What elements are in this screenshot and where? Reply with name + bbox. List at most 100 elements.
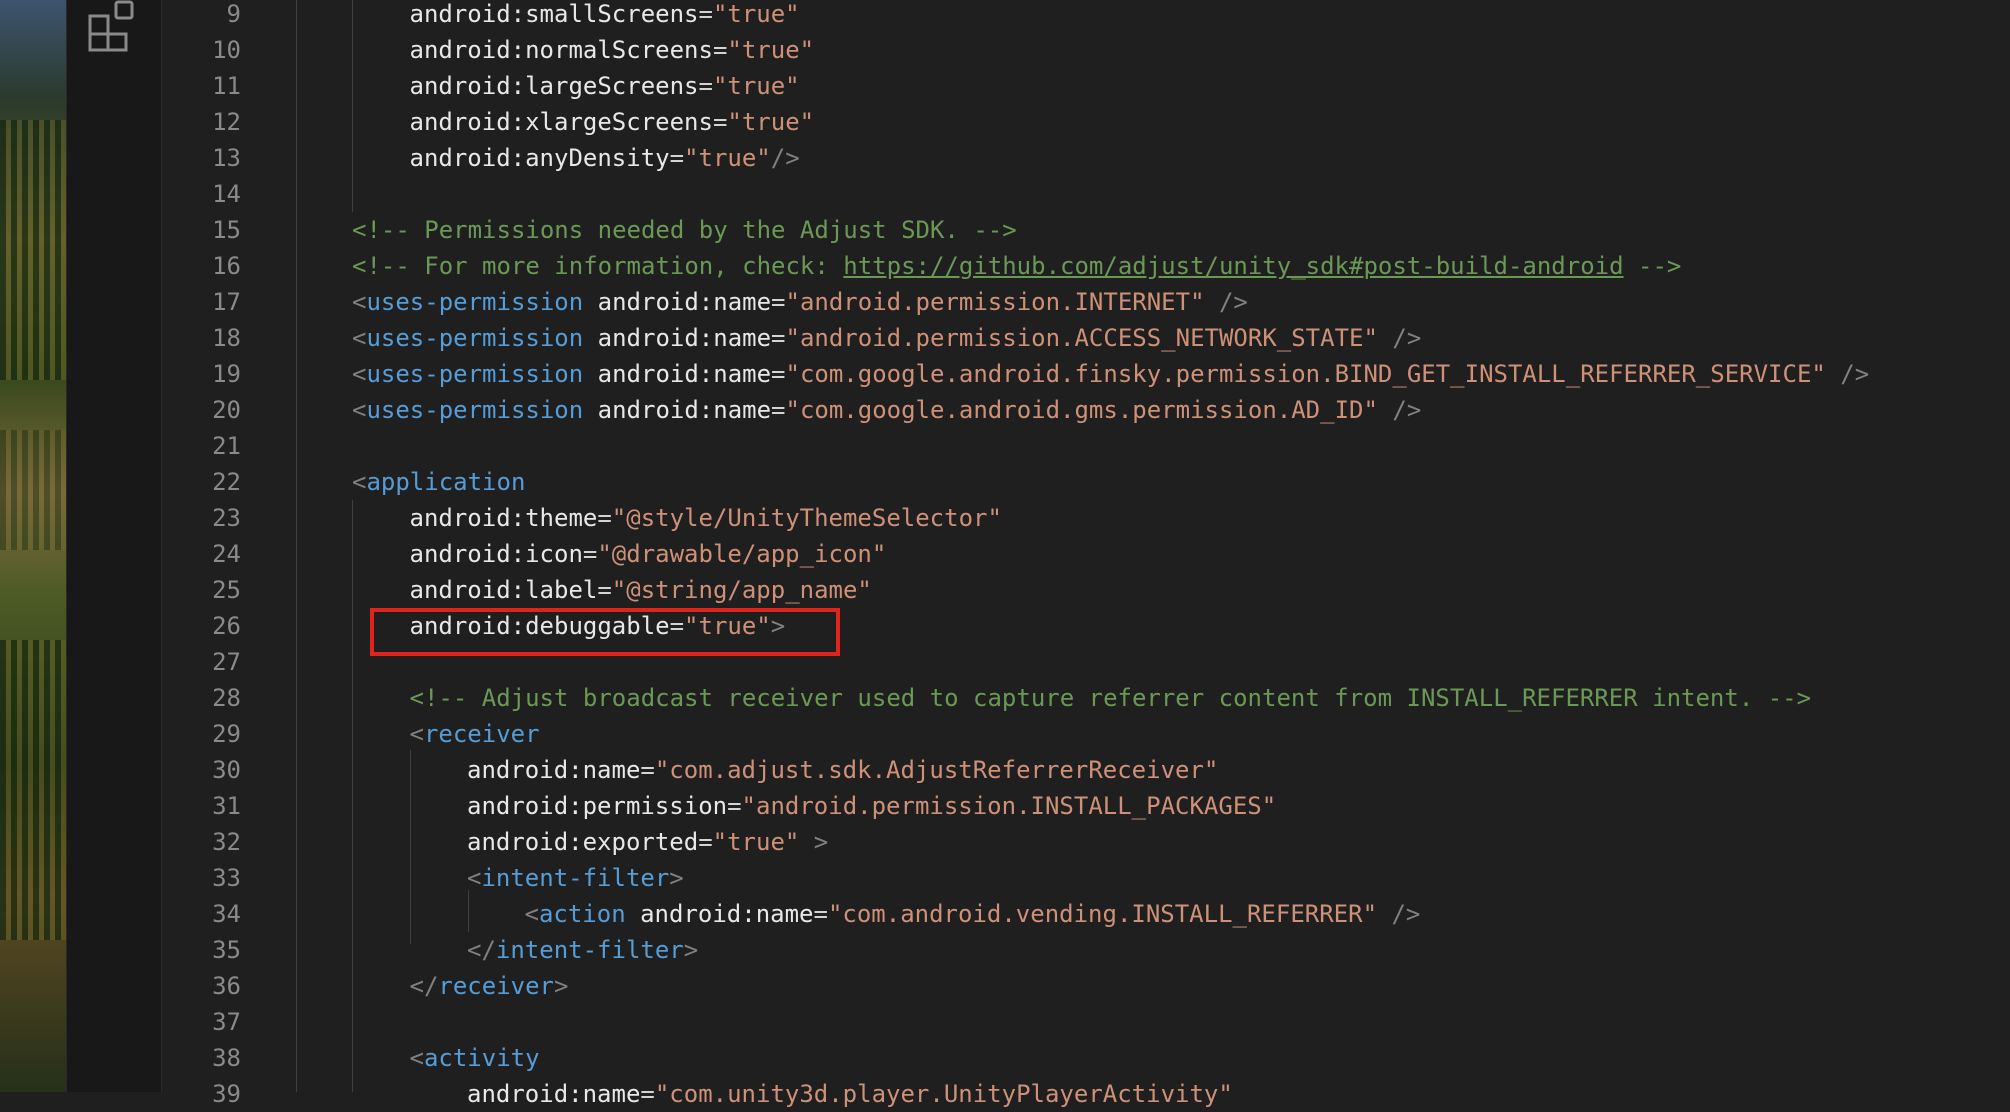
code-line[interactable]: <uses-permission android:name="android.p… [352,284,2010,320]
code-token: android:normalScreens [410,36,713,64]
code-line[interactable]: <application [352,464,2010,500]
code-line[interactable]: <uses-permission android:name="com.googl… [352,392,2010,428]
line-number: 24 [161,536,241,572]
code-line[interactable] [352,428,2010,464]
line-number: 35 [161,932,241,968]
code-line[interactable]: android:anyDensity="true"/> [410,140,2010,176]
code-token: </ [467,936,496,964]
line-number: 9 [161,0,241,32]
code-token: intent-filter [496,936,684,964]
code-line[interactable]: <!-- Adjust broadcast receiver used to c… [410,680,2010,716]
code-token: = [597,576,611,604]
code-line[interactable]: android:label="@string/app_name" [410,572,2010,608]
code-line[interactable]: <!-- Permissions needed by the Adjust SD… [352,212,2010,248]
code-token: = [727,792,741,820]
code-token: = [597,504,611,532]
line-number: 14 [161,176,241,212]
code-token: = [698,828,712,856]
code-line[interactable]: android:xlargeScreens="true" [410,104,2010,140]
code-token: = [771,360,785,388]
line-number: 28 [161,680,241,716]
code-line[interactable]: <action android:name="com.android.vendin… [525,896,2010,932]
code-line[interactable]: <uses-permission android:name="android.p… [352,320,2010,356]
code-token: "true" [727,108,814,136]
code-token: <!-- Adjust broadcast receiver used to c… [410,684,1812,712]
code-token: --> [1624,252,1682,280]
code-line[interactable]: android:normalScreens="true" [410,32,2010,68]
code-token: <!-- For more information, check: [352,252,843,280]
code-token: uses-permission [366,288,583,316]
code-token: /> [1205,288,1248,316]
code-token: android:name [640,900,813,928]
code-line[interactable]: <receiver [410,716,2010,752]
code-line[interactable]: <activity [410,1040,2010,1076]
code-token: android:permission [467,792,727,820]
code-token: < [352,288,366,316]
code-token: = [814,900,828,928]
code-line[interactable]: android:exported="true" > [467,824,2010,860]
code-token: "true" [713,828,800,856]
extensions-icon[interactable] [88,0,138,52]
line-number: 16 [161,248,241,284]
line-number: 23 [161,500,241,536]
code-token: receiver [424,720,540,748]
code-line[interactable]: android:permission="android.permission.I… [467,788,2010,824]
code-token: = [771,396,785,424]
code-token: android:theme [410,504,598,532]
code-token: < [467,864,481,892]
code-line[interactable]: android:icon="@drawable/app_icon" [410,536,2010,572]
indent-guide [410,750,411,944]
code-token: /> [1378,396,1421,424]
code-token: = [713,108,727,136]
code-token: "com.adjust.sdk.AdjustReferrerReceiver" [655,756,1219,784]
code-line[interactable]: <intent-filter> [467,860,2010,896]
line-number: 38 [161,1040,241,1076]
code-link[interactable]: https://github.com/adjust/unity_sdk#post… [843,252,1623,280]
code-token: "com.unity3d.player.UnityPlayerActivity" [655,1080,1233,1108]
line-number: 26 [161,608,241,644]
line-number: 21 [161,428,241,464]
code-token: android:name [598,360,771,388]
line-number: 29 [161,716,241,752]
code-token: /> [1377,900,1420,928]
code-token [583,288,597,316]
code-token: android:largeScreens [410,72,699,100]
code-line[interactable]: android:name="com.unity3d.player.UnityPl… [467,1076,2010,1112]
code-token [626,900,640,928]
line-number: 15 [161,212,241,248]
code-token: = [698,0,712,28]
code-token: "true" [713,0,800,28]
code-token: android:smallScreens [410,0,699,28]
code-token: "com.android.vending.INSTALL_REFERRER" [828,900,1377,928]
code-line[interactable]: <uses-permission android:name="com.googl… [352,356,2010,392]
line-number: 20 [161,392,241,428]
code-token: > [684,936,698,964]
code-token: "true" [684,144,771,172]
code-line[interactable]: <!-- For more information, check: https:… [352,248,2010,284]
code-line[interactable]: </intent-filter> [467,932,2010,968]
code-token: "@style/UnityThemeSelector" [612,504,1002,532]
code-line[interactable]: android:name="com.adjust.sdk.AdjustRefer… [467,752,2010,788]
indent-guide [296,0,297,1092]
code-token: <!-- Permissions needed by the Adjust SD… [352,216,1017,244]
code-token: android:name [467,1080,640,1108]
line-number: 12 [161,104,241,140]
code-line[interactable]: </receiver> [410,968,2010,1004]
line-number: 37 [161,1004,241,1040]
code-line[interactable] [352,176,2010,212]
code-line[interactable]: android:smallScreens="true" [410,0,2010,32]
line-number: 39 [161,1076,241,1112]
code-token: uses-permission [366,360,583,388]
indent-guide [468,890,469,932]
code-token: "android.permission.INSTALL_PACKAGES" [742,792,1277,820]
line-number: 30 [161,752,241,788]
code-token: intent-filter [481,864,669,892]
code-line[interactable] [410,1004,2010,1040]
code-token: android:anyDensity [410,144,670,172]
code-line[interactable]: android:theme="@style/UnityThemeSelector… [410,500,2010,536]
code-token: = [640,756,654,784]
line-number: 31 [161,788,241,824]
line-number: 11 [161,68,241,104]
code-token: "@string/app_name" [612,576,872,604]
code-line[interactable]: android:largeScreens="true" [410,68,2010,104]
